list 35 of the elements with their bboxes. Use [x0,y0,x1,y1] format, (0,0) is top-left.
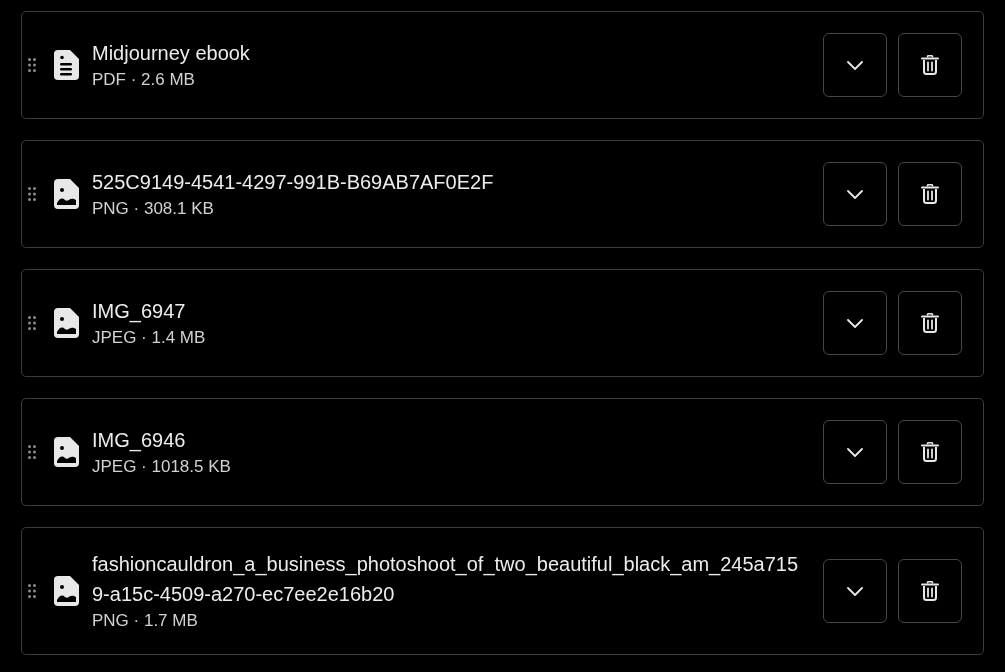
delete-button[interactable] [898,291,962,355]
file-name: Midjourney ebook [92,41,251,66]
image-file-icon [54,576,79,606]
file-name: IMG_6947 [92,299,187,325]
drag-handle-icon[interactable] [28,445,36,459]
delete-button[interactable] [898,33,962,97]
drag-handle-icon[interactable] [28,316,36,330]
image-file-icon [54,179,79,209]
drag-handle-icon[interactable] [28,187,36,201]
drag-handle-icon[interactable] [28,584,36,598]
trash-icon [921,581,939,601]
trash-icon [921,184,939,204]
file-meta: PDF · 2.6 MB [92,69,196,91]
file-meta: PNG · 308.1 KB [92,198,215,220]
file-name: IMG_6946 [92,428,187,454]
trash-icon [921,442,939,462]
file-meta: PNG · 1.7 MB [92,610,199,632]
chevron-down-icon [847,189,863,199]
chevron-down-icon [847,447,863,457]
delete-button[interactable] [898,420,962,484]
drag-handle-icon[interactable] [28,58,36,72]
file-name: fashioncauldron_a_business_photoshoot_of_two_beautiful_black_am_245a7159-a15c-4509-a270-ec7ee2e16b20 [92,552,800,607]
document-file-icon [54,50,79,80]
file-meta: JPEG · 1018.5 KB [92,456,232,478]
image-file-icon [54,437,79,467]
image-file-icon [54,308,79,338]
file-meta: JPEG · 1.4 MB [92,327,207,349]
file-name: 525C9149-4541-4297-991B-B69AB7AF0E2F [92,170,495,195]
trash-icon [921,55,939,75]
chevron-down-icon [847,586,863,596]
delete-button[interactable] [898,559,962,623]
chevron-down-icon [847,318,863,328]
delete-button[interactable] [898,162,962,226]
trash-icon [921,313,939,333]
chevron-down-icon [847,60,863,70]
